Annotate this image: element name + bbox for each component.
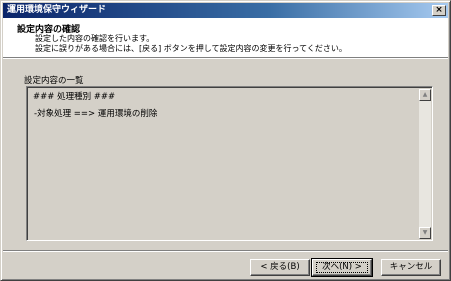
cancel-button-label: キャンセル (389, 262, 433, 272)
back-button-label: < 戻る(B) (260, 262, 300, 272)
vertical-scrollbar[interactable]: ▲ ▼ (419, 89, 431, 239)
settings-list-content: ### 処理種別 ### -対象処理 ==> 運用環境の削除 (33, 90, 157, 122)
close-icon[interactable]: × (432, 5, 446, 16)
next-button-label: 次へ(N) > (322, 262, 362, 272)
settings-list-label: 設定内容の一覧 (24, 76, 84, 86)
header-description-line2: 設定に誤りがある場合には、[戻る] ボタンを押して設定内容の変更を行ってください… (35, 44, 347, 53)
header-divider (3, 57, 448, 59)
list-item: -対象処理 ==> 運用環境の削除 (34, 109, 158, 119)
footer-divider (3, 250, 448, 252)
window-title: 運用環境保守ウィザード (7, 5, 107, 15)
cancel-button[interactable]: キャンセル (381, 259, 441, 276)
settings-list[interactable]: ### 処理種別 ### -対象処理 ==> 運用環境の削除 ▲ ▼ (26, 86, 433, 241)
scroll-down-icon[interactable]: ▼ (419, 227, 431, 239)
wizard-header: 設定内容の確認 設定した内容の確認を行います。 設定に誤りがある場合には、[戻る… (3, 18, 448, 57)
scroll-up-icon[interactable]: ▲ (419, 89, 431, 101)
list-item: ### 処理種別 ### (33, 92, 116, 102)
wizard-window: 運用環境保守ウィザード × 設定内容の確認 設定した内容の確認を行います。 設定… (0, 0, 451, 281)
next-button[interactable]: 次へ(N) > (311, 258, 373, 277)
back-button[interactable]: < 戻る(B) (250, 259, 310, 276)
title-bar[interactable]: 運用環境保守ウィザード × (3, 3, 448, 18)
